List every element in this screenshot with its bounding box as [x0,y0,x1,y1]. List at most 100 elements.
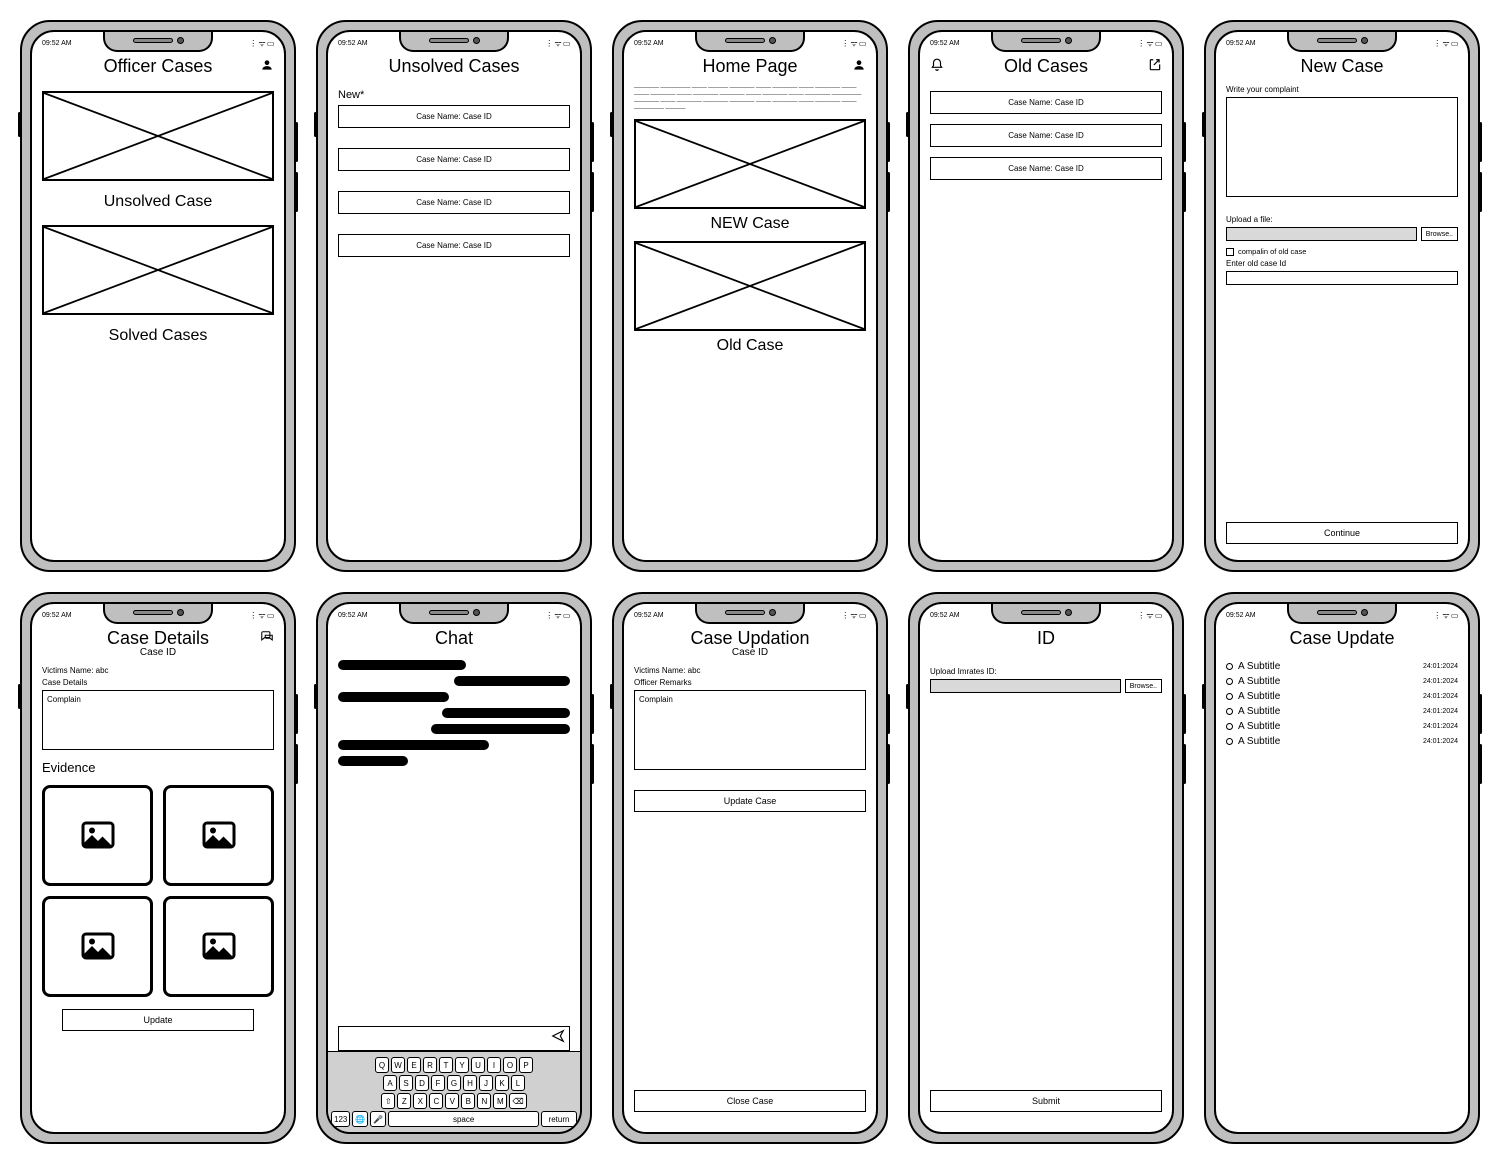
victim-name: Victims Name: abc [634,666,866,675]
profile-icon[interactable] [852,58,866,77]
bullet-icon [1226,663,1233,670]
continue-button[interactable]: Continue [1226,522,1458,544]
notch [399,30,509,52]
file-path-input[interactable] [1226,227,1417,241]
old-case-label: Old Case [634,337,866,355]
chat-message-sent [338,676,570,686]
key-M[interactable]: M [493,1093,507,1109]
bullet-icon [1226,708,1233,715]
case-item[interactable]: Case Name: Case ID [930,91,1162,114]
status-time: 09:52 AM [42,40,72,47]
key-globe[interactable]: 🌐 [352,1111,368,1127]
evidence-thumb[interactable] [42,785,153,886]
key-S[interactable]: S [399,1075,413,1091]
key-123[interactable]: 123 [331,1111,350,1127]
key-Y[interactable]: Y [455,1057,469,1073]
unsolved-label: Unsolved Case [42,193,274,211]
remarks-textarea[interactable]: Complain [634,690,866,770]
image-placeholder-unsolved[interactable] [42,91,274,181]
evidence-label: Evidence [42,760,274,775]
notch [103,602,213,624]
key-W[interactable]: W [391,1057,405,1073]
close-case-button[interactable]: Close Case [634,1090,866,1112]
update-row[interactable]: A Subtitle24:01:2024 [1226,721,1458,732]
update-row[interactable]: A Subtitle24:01:2024 [1226,661,1458,672]
phone-case-update: 09:52 AM⋮ ᯤ ▭ Case Update A Subtitle24:0… [1204,592,1480,1144]
page-title: Old Cases [1004,56,1088,77]
keyboard[interactable]: QWERTYUIOP ASDFGHJKL ⇧ZXCVBNM⌫ 123 🌐 🎤 s… [328,1051,580,1132]
key-D[interactable]: D [415,1075,429,1091]
key-space[interactable]: space [388,1111,539,1127]
update-row[interactable]: A Subtitle24:01:2024 [1226,691,1458,702]
update-label: A Subtitle [1238,661,1423,672]
key-C[interactable]: C [429,1093,443,1109]
evidence-thumb[interactable] [163,896,274,997]
edit-icon[interactable] [1148,58,1162,77]
details-textarea[interactable]: Complain [42,690,274,750]
key-J[interactable]: J [479,1075,493,1091]
old-id-input[interactable] [1226,271,1458,285]
chat-message-sent [338,724,570,734]
case-item[interactable]: Case Name: Case ID [338,105,570,128]
bullet-icon [1226,723,1233,730]
chat-message-received [338,756,570,766]
case-item[interactable]: Case Name: Case ID [338,148,570,171]
image-placeholder-solved[interactable] [42,225,274,315]
key-T[interactable]: T [439,1057,453,1073]
chat-input[interactable] [343,1032,547,1046]
key-mic[interactable]: 🎤 [370,1111,386,1127]
key-U[interactable]: U [471,1057,485,1073]
case-item[interactable]: Case Name: Case ID [338,234,570,257]
bell-icon[interactable] [930,58,944,77]
update-case-button[interactable]: Update Case [634,790,866,812]
case-item[interactable]: Case Name: Case ID [930,157,1162,180]
key-P[interactable]: P [519,1057,533,1073]
key-H[interactable]: H [463,1075,477,1091]
key-V[interactable]: V [445,1093,459,1109]
phone-old-cases: 09:52 AM⋮ ᯤ ▭ Old Cases Case Name: Case … [908,20,1184,572]
evidence-thumb[interactable] [163,785,274,886]
key-K[interactable]: K [495,1075,509,1091]
key-L[interactable]: L [511,1075,525,1091]
key-R[interactable]: R [423,1057,437,1073]
send-icon[interactable] [551,1029,565,1048]
profile-icon[interactable] [260,58,274,77]
key-N[interactable]: N [477,1093,491,1109]
update-date: 24:01:2024 [1423,663,1458,670]
key-Z[interactable]: Z [397,1093,411,1109]
update-row[interactable]: A Subtitle24:01:2024 [1226,706,1458,717]
image-placeholder-new[interactable] [634,119,866,209]
key-Q[interactable]: Q [375,1057,389,1073]
victim-name: Victims Name: abc [42,666,274,675]
browse-button[interactable]: Browse.. [1421,227,1458,241]
browse-button[interactable]: Browse.. [1125,679,1162,693]
page-title: Case Update [1289,628,1394,649]
key-A[interactable]: A [383,1075,397,1091]
file-path-input[interactable] [930,679,1121,693]
key-O[interactable]: O [503,1057,517,1073]
key-I[interactable]: I [487,1057,501,1073]
key-F[interactable]: F [431,1075,445,1091]
update-row[interactable]: A Subtitle24:01:2024 [1226,736,1458,747]
key-X[interactable]: X [413,1093,427,1109]
update-label: A Subtitle [1238,706,1423,717]
page-title: Home Page [702,56,797,77]
complaint-textarea[interactable] [1226,97,1458,197]
key-B[interactable]: B [461,1093,475,1109]
key-⌫[interactable]: ⌫ [509,1093,526,1109]
key-E[interactable]: E [407,1057,421,1073]
key-G[interactable]: G [447,1075,461,1091]
submit-button[interactable]: Submit [930,1090,1162,1112]
checkbox-icon[interactable] [1226,248,1234,256]
update-row[interactable]: A Subtitle24:01:2024 [1226,676,1458,687]
image-placeholder-old[interactable] [634,241,866,331]
old-case-checkbox[interactable]: compalin of old case [1226,247,1458,256]
evidence-thumb[interactable] [42,896,153,997]
chat-icon[interactable] [260,630,274,649]
key-return[interactable]: return [541,1111,577,1127]
case-item[interactable]: Case Name: Case ID [930,124,1162,147]
key-⇧[interactable]: ⇧ [381,1093,395,1109]
bullet-icon [1226,678,1233,685]
update-button[interactable]: Update [62,1009,254,1031]
case-item[interactable]: Case Name: Case ID [338,191,570,214]
